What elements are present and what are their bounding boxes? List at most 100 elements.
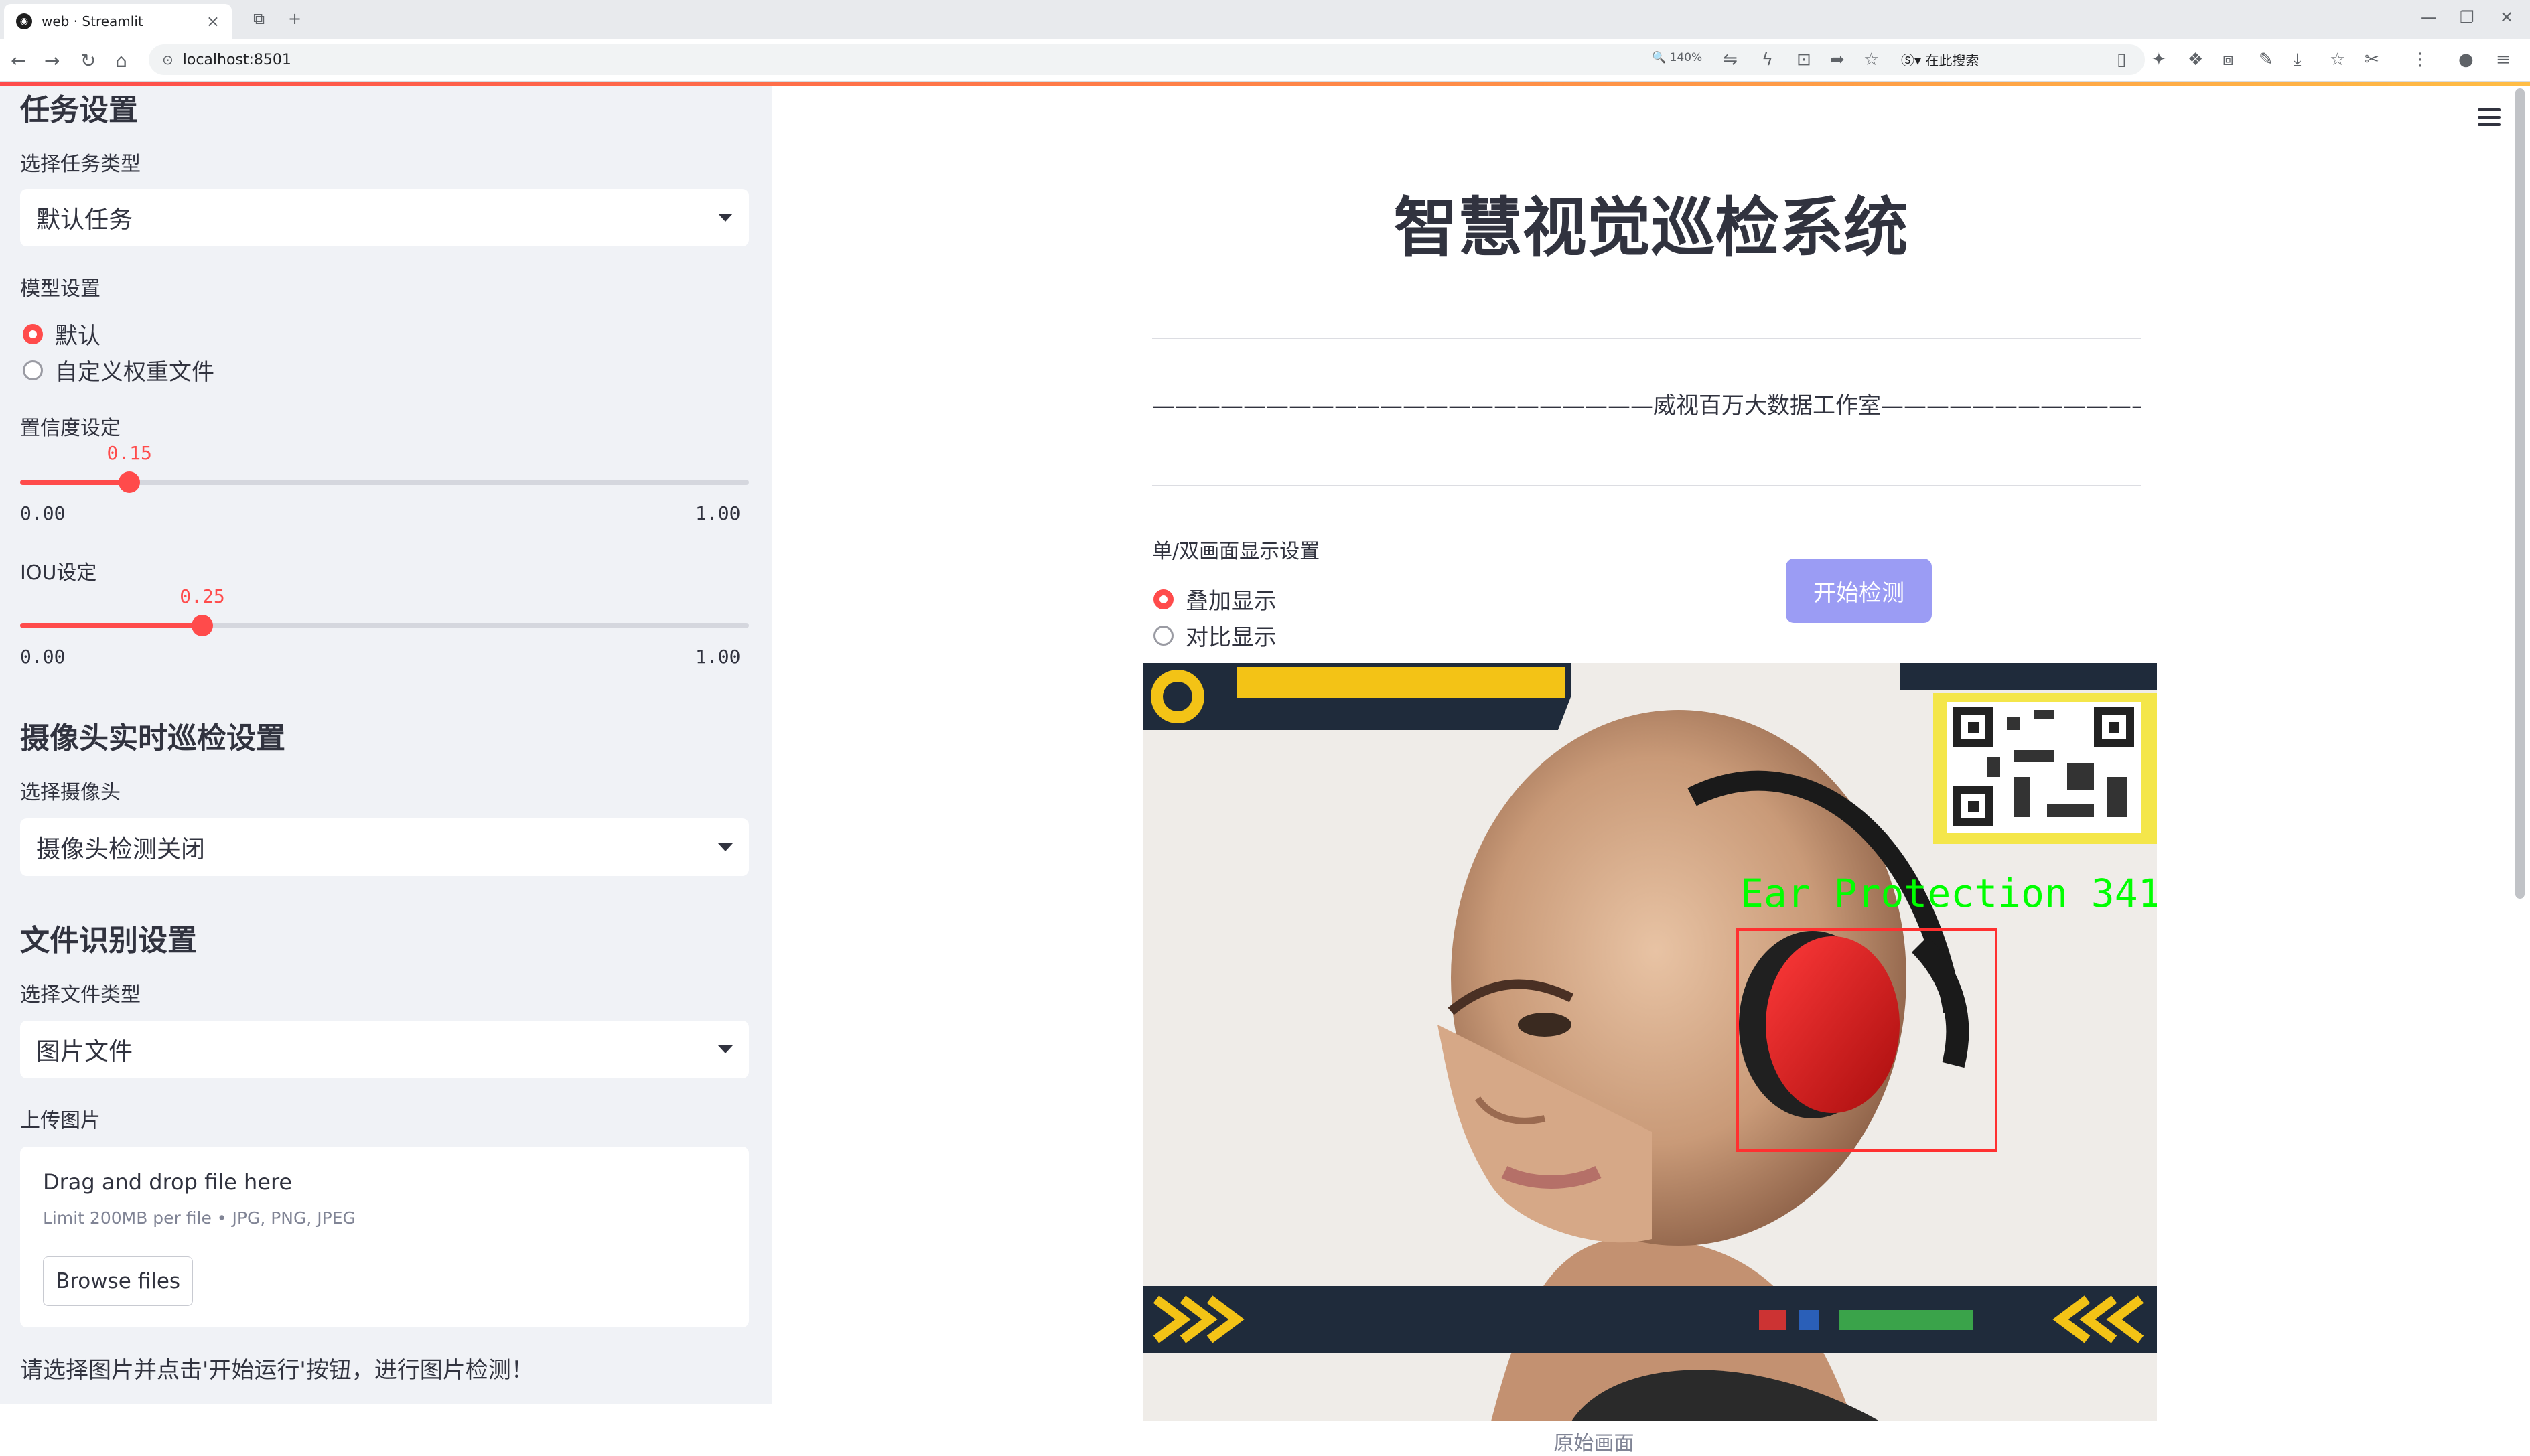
more-menu-icon[interactable]: ⋮ [2411,50,2429,70]
slider-value: 0.25 [180,585,225,607]
task-type-label: 选择任务类型 [20,153,141,176]
iou-label: IOU设定 [20,561,97,585]
zoom-level: 140% [1669,51,1703,64]
slider-min: 0.00 [20,646,66,668]
browser-tab[interactable]: ◉ web · Streamlit × [4,4,232,39]
file-type-select[interactable]: 图片文件 [20,1021,749,1078]
app-top-decoration [0,82,2530,86]
forward-icon[interactable]: → [44,50,60,72]
tab-groups-icon[interactable]: ⧉ [253,9,265,28]
new-tab-icon[interactable]: + [288,9,301,28]
url-field[interactable]: ⊙ localhost:8501 [149,44,2145,75]
site-info-icon[interactable]: ⊙ [162,52,173,68]
task-type-value: 默认任务 [36,206,133,234]
favorites-icon[interactable]: ☆ [2330,50,2345,70]
camera-label: 选择摄像头 [20,781,121,804]
iou-slider[interactable]: 0.25 [20,585,749,636]
model-option-label: 自定义权重文件 [55,359,214,386]
close-window-icon[interactable]: ✕ [2500,8,2513,27]
sidebar: 任务设置 选择任务类型 默认任务 模型设置 默认 自定义权重文件 置信度设定 0… [0,82,772,1404]
mobile-icon[interactable]: ▯ [2117,50,2126,70]
start-detection-button[interactable]: 开始检测 [1786,559,1932,623]
zoom-indicator[interactable]: 🔍 140% [1652,51,1702,64]
close-tab-icon[interactable]: × [206,12,220,31]
task-type-select[interactable]: 默认任务 [20,189,749,246]
browse-files-button[interactable]: Browse files [43,1256,193,1306]
extension-icon-3[interactable]: ⧈ [2223,50,2234,70]
chevron-down-icon [718,843,733,851]
lightning-icon[interactable]: ϟ [1762,50,1773,70]
share-icon[interactable]: ➦ [1830,50,1845,70]
extension-icon-4[interactable]: ✎ [2259,50,2273,70]
back-icon[interactable]: ← [11,50,26,72]
profile-avatar-icon[interactable]: ● [2458,50,2474,70]
slider-min: 0.00 [20,502,66,524]
search-engine-box[interactable]: Ⓢ▾ 在此搜索 [1901,50,1979,69]
studio-banner: ——————————————————————威视百万大数据工作室————————… [1152,392,2141,419]
banner-logo-icon [1143,663,1571,730]
browser-tabbar: ◉ web · Streamlit × ⧉ + — ❐ ✕ [0,0,2530,39]
file-uploader-dropzone[interactable]: Drag and drop file here Limit 200MB per … [20,1147,749,1327]
dropzone-subtitle: Limit 200MB per file • JPG, PNG, JPEG [43,1208,356,1228]
confidence-slider[interactable]: 0.15 [20,442,749,493]
display-option-compare[interactable]: 对比显示 [1153,619,1277,652]
search-label: 在此搜索 [1925,52,1979,68]
restore-icon[interactable]: ❐ [2460,8,2474,27]
download-icon[interactable]: ⤓ [2294,50,2302,70]
divider [1152,485,2141,486]
browser-menu-icon[interactable]: ≡ [2496,50,2511,70]
display-option-overlay[interactable]: 叠加显示 [1153,583,1277,615]
slider-thumb[interactable] [192,615,213,636]
slider-value: 0.15 [107,442,152,464]
screenshot-icon[interactable]: ⊡ [1797,50,1811,70]
model-option-custom[interactable]: 自定义权重文件 [23,354,214,386]
file-type-value: 图片文件 [36,1038,133,1066]
file-settings-header: 文件识别设置 [20,924,197,958]
camera-value: 摄像头检测关闭 [36,836,206,863]
hamburger-menu-icon[interactable] [2478,108,2501,131]
tab-title: web · Streamlit [42,13,143,29]
minimize-icon[interactable]: — [2421,8,2437,27]
slider-thumb[interactable] [119,471,141,493]
home-icon[interactable]: ⌂ [115,50,127,72]
slider-fill [20,480,130,485]
detection-image-svg [1143,663,2157,1421]
url-text: localhost:8501 [182,51,291,68]
camera-settings-header: 摄像头实时巡检设置 [20,721,285,755]
streamlit-favicon-icon: ◉ [16,13,32,29]
slider-fill [20,623,202,628]
reload-icon[interactable]: ↻ [80,50,96,72]
radio-unselected-icon[interactable] [1153,625,1174,646]
radio-selected-icon[interactable] [1153,589,1174,609]
divider [1152,338,2141,339]
bookmark-star-icon[interactable]: ☆ [1864,50,1879,70]
chevron-down-icon [718,214,733,222]
dropzone-title: Drag and drop file here [43,1169,293,1195]
translate-icon[interactable]: ⇋ [1723,50,1738,70]
display-option-label: 对比显示 [1186,624,1277,651]
main-content: 智慧视觉巡检系统 ——————————————————————威视百万大数据工作… [772,82,2530,1455]
radio-selected-icon[interactable] [23,323,43,344]
detection-result-image: Ear Protection 341 [1143,663,2157,1421]
scissors-icon[interactable]: ✂ [2365,50,2379,70]
extension-icon-2[interactable]: ❖ [2188,50,2203,70]
extension-icon[interactable]: ✦ [2152,50,2166,70]
confidence-label: 置信度设定 [20,417,121,440]
page-title: 智慧视觉巡检系统 [1393,190,1908,265]
radio-unselected-icon[interactable] [23,360,43,380]
model-settings-label: 模型设置 [20,277,100,301]
model-option-default[interactable]: 默认 [23,317,100,350]
display-option-label: 叠加显示 [1186,588,1277,615]
chevron-down-icon [718,1045,733,1053]
file-type-label: 选择文件类型 [20,983,141,1007]
camera-select[interactable]: 摄像头检测关闭 [20,818,749,876]
detection-label: Ear Protection 341 [1740,871,2157,916]
display-mode-label: 单/双画面显示设置 [1152,540,1320,563]
address-bar: ← → ↻ ⌂ ⊙ localhost:8501 🔍 140% ⇋ ϟ ⊡ ➦ … [0,39,2530,82]
upload-label: 上传图片 [20,1109,100,1133]
image-caption: 原始画面 [1553,1432,1634,1455]
slider-max: 1.00 [695,646,741,668]
instruction-text: 请选择图片并点击'开始运行'按钮，进行图片检测！ [20,1357,534,1384]
model-option-label: 默认 [55,323,100,350]
task-settings-header: 任务设置 [20,93,138,127]
